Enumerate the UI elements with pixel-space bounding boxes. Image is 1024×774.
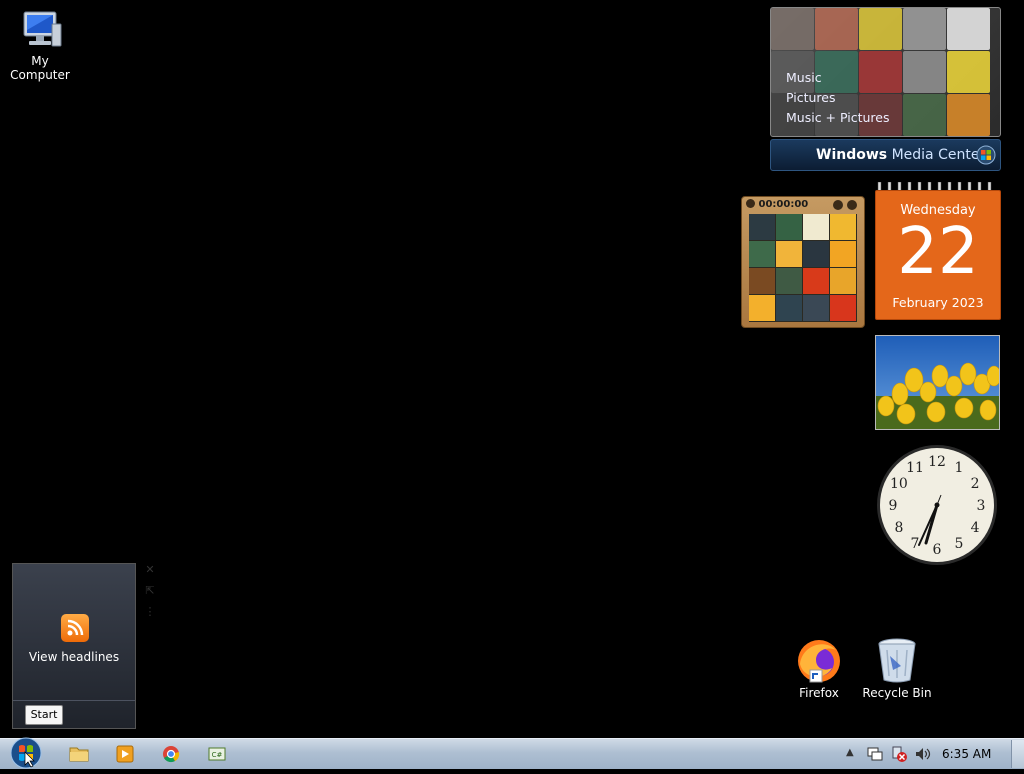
clock-numeral: 7 bbox=[911, 536, 920, 552]
puzzle-tile[interactable] bbox=[830, 214, 856, 240]
clock-numeral: 6 bbox=[933, 542, 942, 558]
clock-gadget[interactable]: 12 1 2 3 4 5 6 7 8 9 10 11 bbox=[875, 443, 999, 567]
taskbar-file-explorer[interactable] bbox=[62, 742, 96, 766]
puzzle-timer: 00:00:00 bbox=[758, 199, 809, 210]
windows-orb-icon bbox=[10, 737, 42, 769]
desktop-icon-label: Recycle Bin bbox=[862, 686, 932, 700]
clock-numeral: 5 bbox=[955, 536, 964, 552]
media-player-icon bbox=[116, 745, 134, 763]
rss-icon bbox=[61, 614, 89, 642]
puzzle-tile[interactable] bbox=[830, 295, 856, 321]
show-hidden-icons-chevron-icon[interactable]: ▲ bbox=[846, 747, 854, 758]
puzzle-tile[interactable] bbox=[749, 268, 775, 294]
desktop-icon-label: Firefox bbox=[799, 686, 839, 700]
svg-text:C#: C# bbox=[212, 751, 223, 759]
options-icon[interactable] bbox=[847, 200, 857, 210]
action-center-icon[interactable] bbox=[866, 746, 884, 762]
taskbar: C# ▲ 6:35 AM bbox=[0, 736, 1024, 770]
view-headlines-link[interactable]: View headlines bbox=[13, 650, 135, 664]
start-button[interactable]: Start bbox=[25, 705, 63, 725]
clock-numeral: 3 bbox=[977, 498, 986, 514]
menu-item-pictures[interactable]: Pictures bbox=[786, 88, 890, 108]
timer-icon bbox=[746, 199, 755, 208]
clock-numeral: 11 bbox=[906, 460, 924, 476]
desktop-icon-my-computer[interactable]: My Computer bbox=[0, 10, 80, 82]
media-center-menu: Music Pictures Music + Pictures bbox=[786, 68, 890, 128]
taskbar-media-player[interactable] bbox=[108, 742, 142, 766]
help-icon[interactable] bbox=[833, 200, 843, 210]
puzzle-tile[interactable] bbox=[803, 295, 829, 321]
clock-numeral: 4 bbox=[971, 520, 980, 536]
puzzle-tile[interactable] bbox=[776, 268, 802, 294]
puzzle-tile[interactable] bbox=[830, 241, 856, 267]
menu-item-music-pictures[interactable]: Music + Pictures bbox=[786, 108, 890, 128]
clock-numeral: 12 bbox=[928, 454, 946, 470]
menu-item-music[interactable]: Music bbox=[786, 68, 890, 88]
tulips-photo bbox=[876, 336, 999, 429]
puzzle-tile[interactable] bbox=[830, 268, 856, 294]
puzzle-tile[interactable] bbox=[803, 214, 829, 240]
clock-numeral: 9 bbox=[889, 498, 898, 514]
puzzle-tile[interactable] bbox=[803, 241, 829, 267]
taskbar-clock[interactable]: 6:35 AM bbox=[942, 747, 991, 761]
puzzle-tile[interactable] bbox=[776, 241, 802, 267]
feed-headlines-gadget[interactable]: View headlines Start bbox=[12, 563, 136, 729]
desktop-icon-recycle-bin[interactable]: Recycle Bin bbox=[857, 636, 937, 700]
puzzle-tile[interactable] bbox=[776, 295, 802, 321]
puzzle-tile[interactable] bbox=[803, 268, 829, 294]
puzzle-tile[interactable] bbox=[749, 295, 775, 321]
volume-icon[interactable] bbox=[914, 746, 932, 762]
csharp-app-icon: C# bbox=[208, 747, 226, 761]
media-center-launch-bar[interactable]: Windows Media Center bbox=[770, 139, 1001, 171]
puzzle-tile[interactable] bbox=[749, 241, 775, 267]
show-desktop-button[interactable] bbox=[1011, 740, 1024, 768]
size-gadget-icon[interactable]: ⇱ bbox=[143, 584, 157, 598]
windows-logo-icon bbox=[976, 145, 996, 165]
network-disconnected-icon[interactable] bbox=[890, 745, 908, 763]
media-center-gadget[interactable]: Music Pictures Music + Pictures bbox=[770, 7, 1001, 137]
puzzle-tile[interactable] bbox=[749, 214, 775, 240]
puzzle-header: 00:00:00 bbox=[746, 199, 860, 213]
calendar-page: Wednesday 22 February 2023 bbox=[875, 190, 1001, 320]
picture-puzzle-gadget[interactable]: 00:00:00 bbox=[741, 196, 865, 328]
calendar-month-year: February 2023 bbox=[892, 295, 984, 310]
close-gadget-icon[interactable]: ✕ bbox=[143, 563, 157, 577]
puzzle-board[interactable] bbox=[749, 214, 857, 322]
puzzle-tile[interactable] bbox=[776, 214, 802, 240]
firefox-icon bbox=[798, 640, 840, 683]
clock-numeral: 1 bbox=[955, 460, 964, 476]
chrome-icon bbox=[163, 746, 180, 763]
taskbar-csharp-app[interactable]: C# bbox=[200, 742, 234, 766]
brand-rest: Media Center bbox=[887, 147, 986, 163]
analog-clock: 12 12 3 45678 9 1011 bbox=[877, 445, 997, 565]
start-orb[interactable] bbox=[9, 736, 43, 770]
recycle-bin-icon bbox=[878, 638, 916, 683]
media-center-title: Windows Media Center bbox=[816, 147, 985, 163]
calendar-day: 22 bbox=[897, 215, 979, 289]
file-explorer-icon bbox=[69, 747, 89, 762]
desktop-icon-label: My Computer bbox=[10, 54, 70, 82]
clock-numeral: 8 bbox=[894, 520, 903, 536]
drag-gadget-icon[interactable]: ⋮ bbox=[143, 605, 157, 619]
clock-numeral: 2 bbox=[971, 476, 980, 492]
divider bbox=[13, 700, 135, 701]
slideshow-gadget[interactable] bbox=[875, 335, 1000, 430]
clock-numeral: 10 bbox=[890, 476, 908, 492]
desktop-icon-firefox[interactable]: Firefox bbox=[779, 636, 859, 700]
taskbar-chrome[interactable] bbox=[154, 742, 188, 766]
calendar-gadget[interactable]: Wednesday 22 February 2023 bbox=[875, 182, 1001, 320]
brand-bold: Windows bbox=[816, 147, 888, 163]
computer-icon bbox=[23, 11, 62, 47]
